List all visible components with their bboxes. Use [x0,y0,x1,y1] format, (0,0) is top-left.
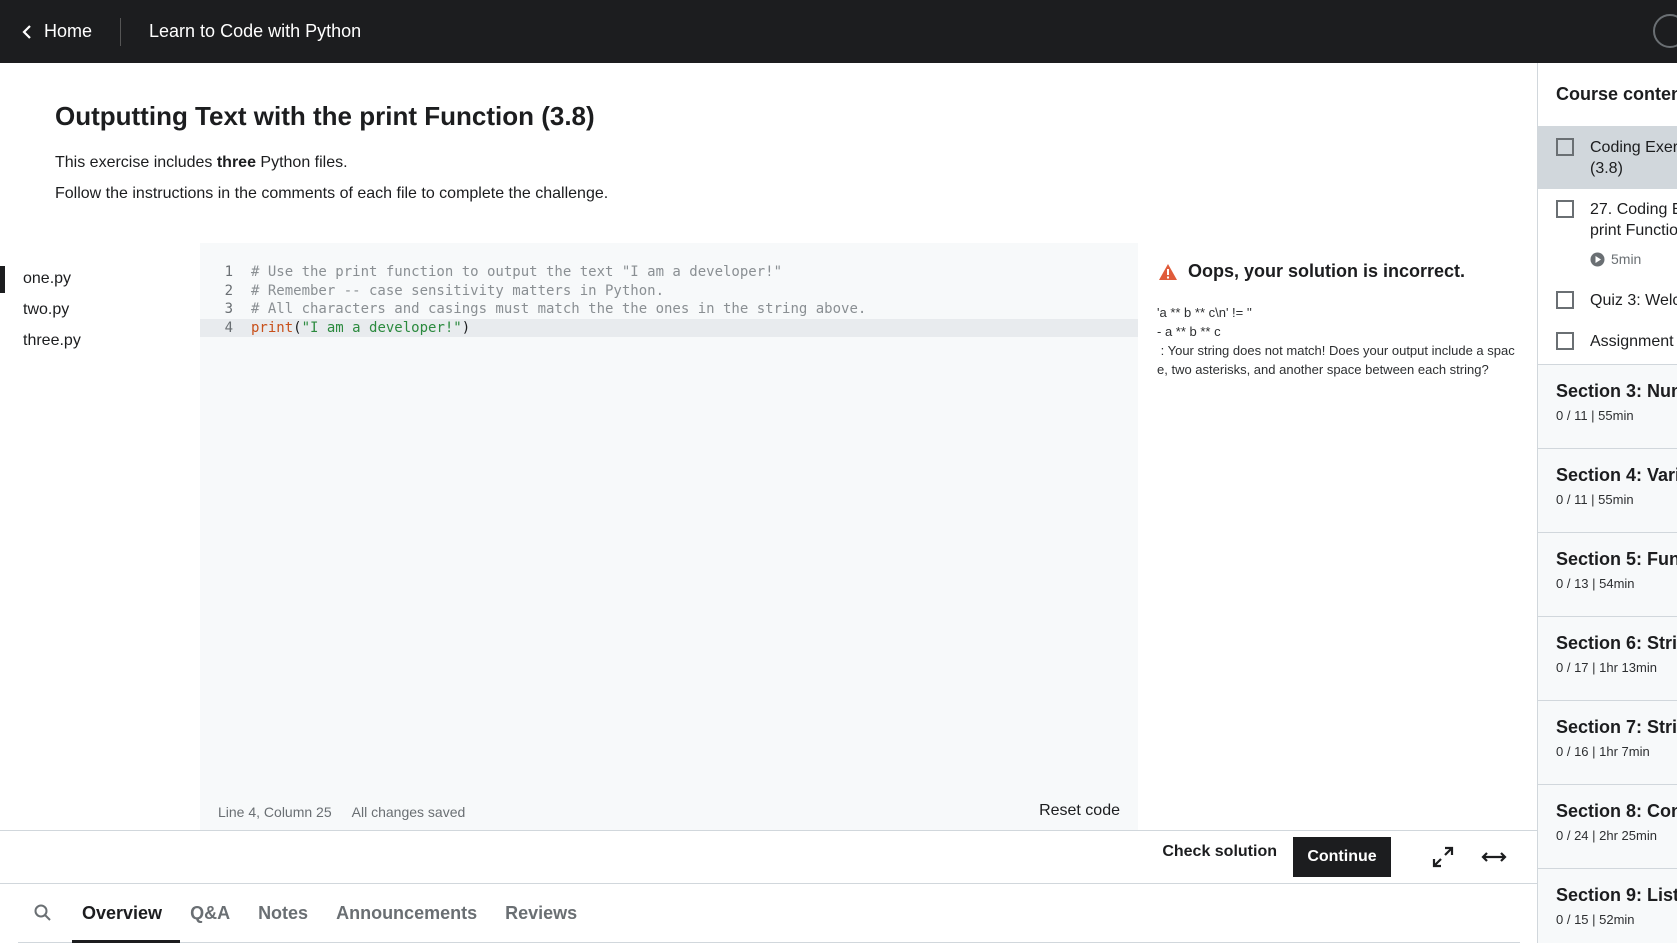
resize-arrows-icon[interactable] [1481,845,1507,874]
lecture-tabs: Overview Q&A Notes Announcements Reviews [18,884,1520,943]
continue-button[interactable]: Continue [1293,837,1391,877]
expand-icon[interactable] [1431,845,1455,874]
code-comment: # All characters and casings must match … [251,301,867,317]
code-line[interactable]: 3 # All characters and casings must matc… [200,300,1138,319]
home-label: Home [44,21,93,41]
file-tab-one[interactable]: one.py [0,263,200,294]
code-comment: # Use the print function to output the t… [251,264,783,280]
file-tab-three[interactable]: three.py [0,325,200,356]
chevron-left-icon [22,24,31,39]
code-paren-open: ( [293,319,302,336]
line-number: 4 [224,319,233,336]
section-header[interactable]: Section 4: Variables 0 / 11 | 55min [1538,448,1677,532]
section-meta: 0 / 24 | 2hr 25min [1556,828,1657,843]
sidebar-item-label: print Function [1590,222,1677,239]
code-string: "I am a developer!" [301,319,462,336]
section-header[interactable]: Section 7: Strings 0 / 16 | 1hr 7min [1538,700,1677,784]
tab-overview[interactable]: Overview [68,884,181,943]
section-meta: 0 / 13 | 54min [1556,576,1635,591]
cursor-position: Line 4, Column 25 [218,804,332,820]
completion-checkbox[interactable] [1556,291,1574,309]
check-solution-button[interactable]: Check solution [1162,843,1277,861]
result-heading: Oops, your solution is incorrect. [1158,261,1465,282]
duration-text: 5min [1611,251,1642,267]
section-title: Section 3: Numbers [1556,381,1677,401]
top-divider [120,17,122,46]
tab-qa[interactable]: Q&A [176,884,244,943]
section-header[interactable]: Section 9: Lists 0 / 15 | 52min [1538,868,1677,943]
action-bar: Check solution Continue [0,830,1537,884]
search-icon[interactable] [18,903,68,923]
exercise-instructions: Follow the instructions in the comments … [55,185,609,202]
section-title: Section 4: Variables [1556,465,1677,485]
code-line[interactable]: 1 # Use the print function to output the… [200,263,1138,282]
code-paren-close: ) [461,319,471,336]
sidebar-item-current[interactable]: Coding Exercise (3.8) [1538,127,1677,189]
code-comment: # Remember -- case sensitivity matters i… [251,282,665,299]
code-line[interactable]: 2 # Remember -- case sensitivity matters… [200,282,1138,301]
completion-checkbox[interactable] [1556,332,1574,350]
section-header[interactable]: Section 5: Functions 0 / 13 | 54min [1538,532,1677,616]
sidebar-item-label: Assignment [1590,333,1674,350]
section-meta: 0 / 11 | 55min [1556,408,1634,423]
sidebar-item-lecture[interactable]: 27. Coding Exercise: print Function 5min [1538,189,1677,280]
file-list: one.py two.py three.py [0,243,200,830]
line-number: 3 [224,301,233,317]
section-meta: 0 / 11 | 55min [1556,492,1634,507]
result-panel: Oops, your solution is incorrect. 'a ** … [1138,243,1537,830]
completion-checkbox[interactable] [1556,200,1574,218]
result-line: : Your string does not match! Does your … [1157,343,1515,377]
section-meta: 0 / 15 | 52min [1556,912,1635,927]
progress-ring-icon[interactable] [1653,14,1677,48]
sidebar-item-label: Coding Exercise [1590,139,1677,156]
tab-reviews[interactable]: Reviews [491,884,591,943]
code-line-active[interactable]: 4 print("I am a developer!") [200,318,1138,338]
play-icon [1590,252,1605,267]
sidebar-header: Course content [1538,63,1677,127]
sidebar-item-quiz[interactable]: Quiz 3: Welcome [1538,280,1677,321]
result-line: 'a ** b ** c\n' != '' [1157,305,1252,320]
line-number: 2 [224,282,233,299]
section-title: Section 9: Lists [1556,885,1677,905]
code-keyword: print [251,319,294,336]
sidebar-item-label: 27. Coding Exercise: [1590,201,1677,218]
reset-code-button[interactable]: Reset code [1039,802,1120,820]
section-header[interactable]: Section 8: Conditionals 0 / 24 | 2hr 25m… [1538,784,1677,868]
section-header[interactable]: Section 3: Numbers 0 / 11 | 55min [1538,364,1677,448]
sidebar-item-label: (3.8) [1590,160,1623,177]
section-title: Section 7: Strings [1556,717,1677,737]
warning-icon [1159,263,1177,280]
line-number: 1 [224,264,233,280]
course-content-sidebar: Course content Coding Exercise (3.8) 27.… [1537,63,1677,943]
code-editor[interactable]: 1 # Use the print function to output the… [200,243,1138,830]
completion-checkbox[interactable] [1556,138,1574,156]
exercise-description: This exercise includes three Python file… [55,154,348,171]
save-status: All changes saved [351,804,466,820]
code-statement: print("I am a developer!") [233,319,470,338]
tab-notes[interactable]: Notes [244,884,322,943]
sidebar-item-label: Quiz 3: Welcome [1590,292,1677,309]
lecture-duration: 5min [1590,249,1677,270]
section-title: Section 6: Strings [1556,633,1677,653]
course-title[interactable]: Learn to Code with Python [149,21,361,42]
editor-status-bar: Line 4, Column 25 All changes saved [218,804,465,820]
tab-announcements[interactable]: Announcements [322,884,491,943]
main-content: Outputting Text with the print Function … [0,63,1537,943]
home-link[interactable]: Home [0,0,92,63]
result-message: 'a ** b ** c\n' != '' - a ** b ** c : Yo… [1157,303,1519,379]
result-heading-text: Oops, your solution is incorrect. [1188,261,1466,281]
section-meta: 0 / 16 | 1hr 7min [1556,744,1650,759]
section-title: Section 5: Functions [1556,549,1677,569]
section-title: Section 8: Conditionals [1556,801,1677,821]
exercise-title: Outputting Text with the print Function … [55,101,595,131]
section-header[interactable]: Section 6: Strings 0 / 17 | 1hr 13min [1538,616,1677,700]
result-line: - a ** b ** c [1157,324,1221,339]
top-bar: Home Learn to Code with Python [0,0,1677,63]
sidebar-item-assignment[interactable]: Assignment [1538,321,1677,364]
section-meta: 0 / 17 | 1hr 13min [1556,660,1657,675]
file-tab-two[interactable]: two.py [0,294,200,325]
